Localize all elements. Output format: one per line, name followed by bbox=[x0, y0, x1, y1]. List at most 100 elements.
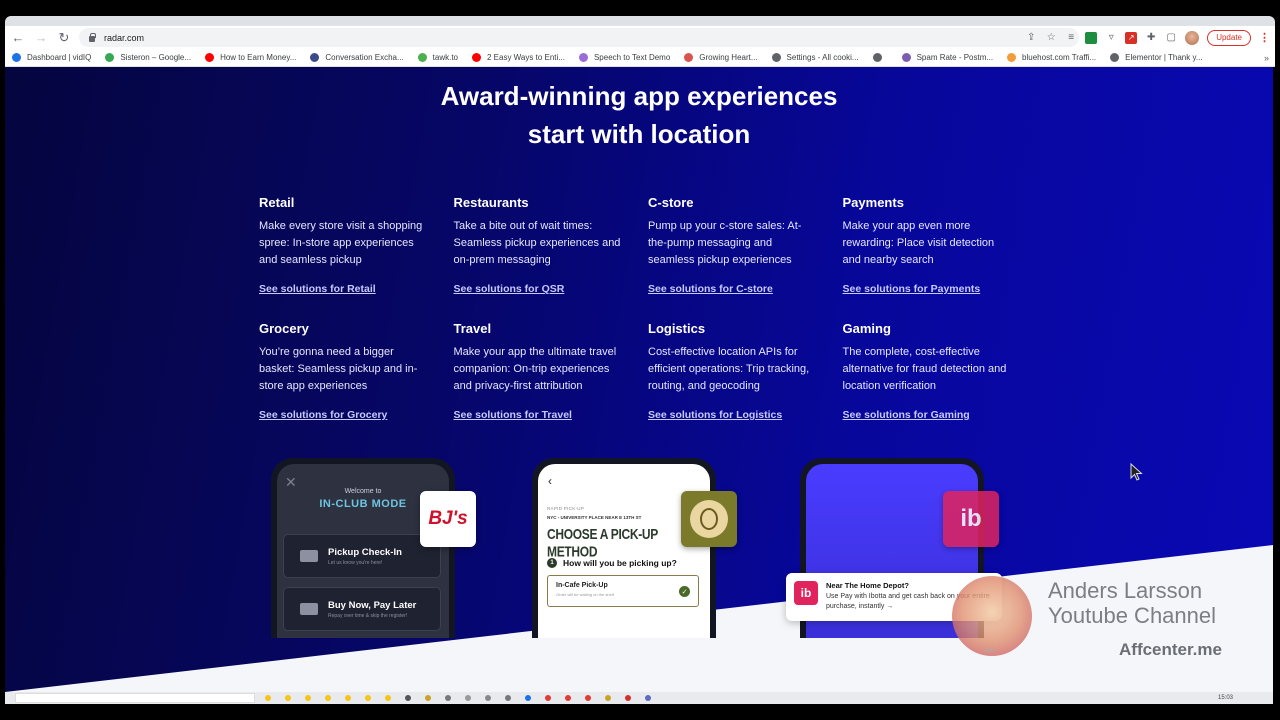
card-subtitle: Repay over time & skip the register! bbox=[328, 612, 408, 619]
extension-cup-icon[interactable]: ▿ bbox=[1105, 32, 1117, 44]
bookmark-favicon-icon bbox=[1007, 53, 1017, 62]
taskbar-app-icon[interactable] bbox=[545, 695, 551, 701]
bookmark-item[interactable]: 2 Easy Ways to Enti... bbox=[472, 53, 565, 62]
bookmark-item[interactable]: Sisteron – Google... bbox=[105, 53, 191, 62]
bookmark-item[interactable]: Conversation Excha... bbox=[310, 53, 404, 62]
taskbar-app-icon[interactable] bbox=[385, 695, 391, 701]
retail-solutions-link[interactable]: See solutions for Retail bbox=[259, 283, 376, 295]
reading-list-icon[interactable]: ≡ bbox=[1065, 32, 1077, 44]
industry-description: The complete, cost-effective alternative… bbox=[842, 346, 1007, 392]
taskbar-search[interactable] bbox=[15, 693, 255, 703]
update-button[interactable]: Update bbox=[1207, 29, 1251, 46]
taskbar-app-icon[interactable] bbox=[265, 695, 271, 701]
gaming-solutions-link[interactable]: See solutions for Gaming bbox=[843, 409, 970, 421]
forward-button[interactable]: → bbox=[31, 28, 51, 48]
taskbar-app-icon[interactable] bbox=[445, 695, 451, 701]
taskbar-app-icon[interactable] bbox=[465, 695, 471, 701]
card-title: Buy Now, Pay Later bbox=[328, 599, 417, 611]
option-title: In-Cafe Pick-Up bbox=[556, 582, 608, 589]
bookmark-item[interactable]: bluehost.com Traffi... bbox=[1007, 53, 1096, 62]
bookmark-item[interactable]: Growing Heart... bbox=[684, 53, 758, 62]
side-panel-icon[interactable]: ▢ bbox=[1165, 32, 1177, 44]
headline-line-1: Award-winning app experiences bbox=[440, 81, 838, 111]
industry-card-payments: Payments Make your app even more rewardi… bbox=[843, 195, 1038, 297]
tab-strip[interactable] bbox=[5, 16, 1275, 26]
industries-grid: Retail Make every store visit a shopping… bbox=[259, 195, 1037, 423]
bookmark-item[interactable]: Elementor | Thank y... bbox=[1110, 53, 1203, 62]
bookmark-favicon-icon bbox=[417, 53, 427, 62]
taskbar-apps bbox=[265, 695, 651, 701]
taskbar-app-icon[interactable] bbox=[565, 695, 571, 701]
profile-avatar[interactable] bbox=[1185, 30, 1200, 45]
bookmark-label: tawk.to bbox=[432, 53, 458, 62]
panera-logo bbox=[681, 491, 737, 547]
grocery-solutions-link[interactable]: See solutions for Grocery bbox=[259, 409, 387, 421]
taskbar-app-icon[interactable] bbox=[325, 695, 331, 701]
puzzle-icon[interactable]: ✚ bbox=[1145, 32, 1157, 44]
phone-mockup-panera: ‹ RAPID PICK-UP NYC - UNIVERSITY PLACE N… bbox=[532, 458, 716, 638]
taskbar-app-icon[interactable] bbox=[605, 695, 611, 701]
reload-button[interactable]: ↻ bbox=[54, 28, 74, 48]
bookmark-label: Elementor | Thank y... bbox=[1125, 53, 1203, 62]
travel-solutions-link[interactable]: See solutions for Travel bbox=[454, 409, 572, 421]
credit-card-icon bbox=[300, 603, 318, 615]
channel-subtitle: Youtube Channel bbox=[1048, 603, 1217, 628]
taskbar: 15:03 bbox=[5, 692, 1273, 704]
taskbar-app-icon[interactable] bbox=[405, 695, 411, 701]
taskbar-app-icon[interactable] bbox=[645, 695, 651, 701]
industry-title: Gaming bbox=[842, 321, 891, 336]
card-title: Pickup Check-In bbox=[328, 546, 402, 558]
industry-card-restaurants: Restaurants Take a bite out of wait time… bbox=[454, 195, 649, 297]
in-cafe-pickup-option: In-Cafe Pick-Up Order will be waiting on… bbox=[547, 575, 699, 607]
phone-screen: ‹ RAPID PICK-UP NYC - UNIVERSITY PLACE N… bbox=[538, 464, 710, 638]
industry-title: Travel bbox=[453, 321, 492, 336]
taskbar-app-icon[interactable] bbox=[345, 695, 351, 701]
bookmark-favicon-icon bbox=[901, 53, 911, 62]
star-icon[interactable]: ☆ bbox=[1045, 32, 1057, 44]
taskbar-app-icon[interactable] bbox=[625, 695, 631, 701]
bookmark-item[interactable]: How to Earn Money... bbox=[205, 53, 296, 62]
industry-card-logistics: Logistics Cost-effective location APIs f… bbox=[648, 321, 843, 423]
menu-kebab-icon[interactable]: ⋮ bbox=[1259, 31, 1270, 44]
site-watermark: Affcenter.me bbox=[1119, 640, 1222, 659]
taskbar-app-icon[interactable] bbox=[505, 695, 511, 701]
c-store-solutions-link[interactable]: See solutions for C-store bbox=[648, 283, 773, 295]
presenter-avatar bbox=[952, 576, 1032, 656]
qsr-solutions-link[interactable]: See solutions for QSR bbox=[454, 283, 565, 295]
industry-description: Take a bite out of wait times: Seamless … bbox=[453, 220, 621, 266]
payments-solutions-link[interactable]: See solutions for Payments bbox=[843, 283, 981, 295]
taskbar-app-icon[interactable] bbox=[485, 695, 491, 701]
share-icon[interactable]: ⇪ bbox=[1025, 32, 1037, 44]
bookmark-item[interactable]: Speech to Text Demo bbox=[578, 53, 670, 62]
bookmark-label: How to Earn Money... bbox=[220, 53, 297, 62]
bookmark-label: Settings - All cooki... bbox=[786, 53, 859, 62]
logistics-solutions-link[interactable]: See solutions for Logistics bbox=[648, 409, 782, 421]
industry-title: Retail bbox=[259, 195, 295, 210]
bookmark-item[interactable] bbox=[872, 53, 888, 62]
more-bookmarks-button[interactable]: » bbox=[1264, 53, 1269, 63]
bookmark-label: Sisteron – Google... bbox=[120, 53, 192, 62]
industry-description: Make every store visit a shopping spree:… bbox=[259, 220, 423, 266]
rapid-pickup-label: RAPID PICK-UP bbox=[547, 506, 585, 511]
taskbar-app-icon[interactable] bbox=[585, 695, 591, 701]
bookmark-item[interactable]: tawk.to bbox=[417, 53, 458, 62]
taskbar-app-icon[interactable] bbox=[425, 695, 431, 701]
bookmark-label: Spam Rate - Postm... bbox=[916, 53, 994, 62]
industry-title: C-store bbox=[648, 195, 694, 210]
back-button[interactable]: ← bbox=[8, 28, 28, 48]
reload-icon: ↻ bbox=[58, 29, 70, 45]
extension-pdf-icon[interactable]: ↗ bbox=[1125, 31, 1138, 44]
bookmark-item[interactable]: Spam Rate - Postm... bbox=[901, 53, 994, 62]
bookmark-label: bluehost.com Traffi... bbox=[1022, 53, 1097, 62]
bookmark-favicon-icon bbox=[12, 53, 21, 62]
taskbar-app-icon[interactable] bbox=[525, 695, 531, 701]
question-text: How will you be picking up? bbox=[563, 558, 677, 568]
bookmark-item[interactable]: Dashboard | vidIQ bbox=[12, 53, 91, 62]
headline-line-2: start with location bbox=[527, 119, 751, 149]
extension-sheets-icon[interactable] bbox=[1085, 31, 1098, 44]
taskbar-app-icon[interactable] bbox=[285, 695, 291, 701]
taskbar-app-icon[interactable] bbox=[365, 695, 371, 701]
taskbar-app-icon[interactable] bbox=[305, 695, 311, 701]
bookmark-item[interactable]: Settings - All cooki... bbox=[771, 53, 859, 62]
address-bar[interactable]: radar.com bbox=[79, 28, 1079, 47]
